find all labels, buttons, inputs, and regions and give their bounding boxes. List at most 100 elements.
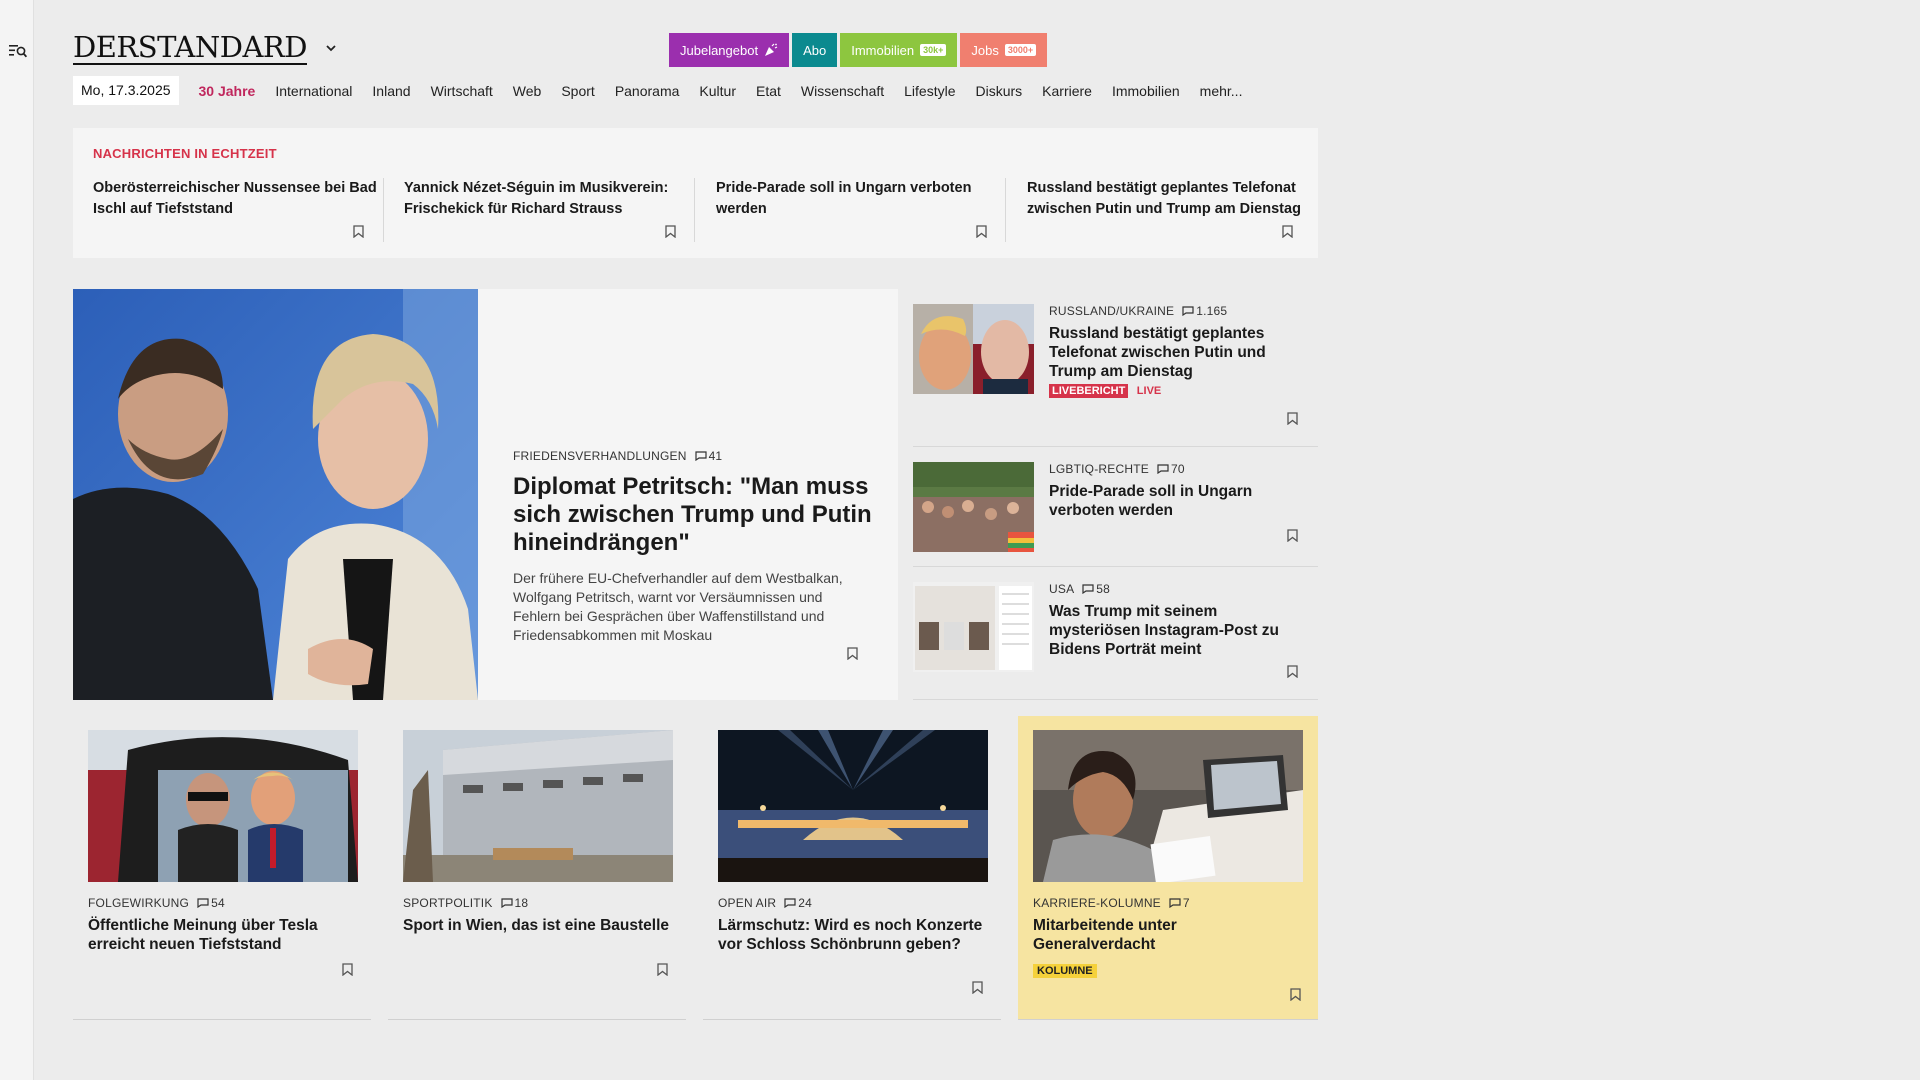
ticker-item[interactable]: Russland bestätigt geplantes Telefonat z… <box>1027 178 1317 246</box>
story-image <box>1033 730 1303 882</box>
nav-item-etat[interactable]: Etat <box>756 83 781 99</box>
chevron-down-icon[interactable] <box>325 42 337 54</box>
story-card[interactable]: OPEN AIR 24 Lärmschutz: Wird es noch Kon… <box>703 716 1001 1020</box>
nav-item-kultur[interactable]: Kultur <box>699 83 736 99</box>
story-card-kolumne[interactable]: KARRIERE-KOLUMNE 7 Mitarbeitende unter G… <box>1018 716 1318 1020</box>
livebericht-badge: LIVEBERICHT <box>1049 384 1129 398</box>
jobs-label: Jobs <box>971 42 999 58</box>
story-text: FOLGEWIRKUNG 54 Öffentliche Meinung über… <box>88 896 358 954</box>
bookmark-icon[interactable] <box>976 225 987 238</box>
divider <box>383 178 384 242</box>
comment-count-value: 18 <box>514 896 529 910</box>
bookmark-icon[interactable] <box>972 981 983 994</box>
story-title[interactable]: Mitarbeitende unter Generalverdacht <box>1033 916 1303 954</box>
nav-item-diskurs[interactable]: Diskurs <box>976 83 1023 99</box>
comment-count-value: 70 <box>1170 462 1185 476</box>
story-image <box>88 730 358 882</box>
story-title[interactable]: Sport in Wien, das ist eine Baustelle <box>403 916 673 935</box>
story-kicker: OPEN AIR 24 <box>718 896 988 910</box>
comment-count[interactable]: 54 <box>197 896 225 910</box>
comment-count[interactable]: 58 <box>1082 582 1110 596</box>
side-story[interactable]: USA 58 Was Trump mit seinem mysteriösen … <box>913 567 1318 700</box>
comment-count[interactable]: 41 <box>694 449 723 463</box>
logo-row: DERSTANDARD <box>73 30 337 66</box>
menu-search-icon[interactable] <box>9 43 27 59</box>
story-title[interactable]: Russland bestätigt geplantes Telefonat z… <box>1049 324 1299 381</box>
story-title[interactable]: Was Trump mit seinem mysteriösen Instagr… <box>1049 602 1299 659</box>
comment-count[interactable]: 7 <box>1169 896 1190 910</box>
story-kicker: SPORTPOLITIK 18 <box>403 896 673 910</box>
nav-item-sport[interactable]: Sport <box>561 83 594 99</box>
story-kicker: RUSSLAND/UKRAINE 1.165 <box>1049 304 1299 318</box>
comment-icon <box>784 898 796 908</box>
nav-item-web[interactable]: Web <box>513 83 542 99</box>
abo-label: Abo <box>803 42 827 58</box>
story-text: LGBTIQ-RECHTE 70 Pride-Parade soll in Un… <box>1049 462 1299 520</box>
story-title[interactable]: Lärmschutz: Wird es noch Konzerte vor Sc… <box>718 916 988 954</box>
nav-item-panorama[interactable]: Panorama <box>615 83 680 99</box>
story-thumbnail <box>913 582 1034 672</box>
kicker-label: SPORTPOLITIK <box>403 896 493 910</box>
story-text: SPORTPOLITIK 18 Sport in Wien, das ist e… <box>403 896 673 935</box>
nav-item-international[interactable]: International <box>275 83 352 99</box>
ticker-item[interactable]: Pride-Parade soll in Ungarn verboten wer… <box>716 178 1006 246</box>
lead-title[interactable]: Diplomat Petritsch: "Man muss sich zwisc… <box>513 473 873 557</box>
comment-count-value: 41 <box>708 449 723 463</box>
story-text: RUSSLAND/UKRAINE 1.165 Russland bestätig… <box>1049 304 1299 399</box>
kicker-label: OPEN AIR <box>718 896 777 910</box>
comment-count[interactable]: 70 <box>1157 462 1185 476</box>
comment-count-value: 58 <box>1096 582 1111 596</box>
nav-item-30-jahre[interactable]: 30 Jahre <box>199 83 256 99</box>
bookmark-icon[interactable] <box>657 963 668 976</box>
comment-count-value: 24 <box>798 896 813 910</box>
story-thumbnail <box>913 304 1034 394</box>
comment-icon <box>500 898 513 908</box>
comment-count-value: 7 <box>1182 896 1190 910</box>
current-date: Mo, 17.3.2025 <box>73 76 179 105</box>
bookmark-icon[interactable] <box>1287 665 1298 678</box>
nav-item-immobilien[interactable]: Immobilien <box>1112 83 1180 99</box>
story-title[interactable]: Öffentliche Meinung über Tesla erreicht … <box>88 916 358 954</box>
bookmark-icon[interactable] <box>1287 412 1298 425</box>
kicker-label: KARRIERE-KOLUMNE <box>1033 896 1161 910</box>
nav-item-lifestyle[interactable]: Lifestyle <box>904 83 955 99</box>
immobilien-button[interactable]: Immobilien 30k+ <box>840 33 958 67</box>
ticker-title: NACHRICHTEN IN ECHTZEIT <box>93 146 277 161</box>
nav-item-mehr[interactable]: mehr... <box>1200 83 1243 99</box>
side-story[interactable]: LGBTIQ-RECHTE 70 Pride-Parade soll in Un… <box>913 447 1318 567</box>
nav-item-wissenschaft[interactable]: Wissenschaft <box>801 83 884 99</box>
bookmark-icon[interactable] <box>353 225 364 238</box>
logo[interactable]: DERSTANDARD <box>73 32 307 65</box>
ticker-item[interactable]: Yannick Nézet-Séguin im Musikverein: Fri… <box>404 178 694 246</box>
story-card[interactable]: SPORTPOLITIK 18 Sport in Wien, das ist e… <box>388 716 686 1020</box>
lead-text: FRIEDENSVERHANDLUNGEN 41 Diplomat Petrit… <box>513 449 873 645</box>
nav-item-inland[interactable]: Inland <box>372 83 410 99</box>
bookmark-icon[interactable] <box>847 647 858 660</box>
kolumne-badge: KOLUMNE <box>1033 964 1097 978</box>
nav-item-karriere[interactable]: Karriere <box>1042 83 1092 99</box>
bookmark-icon[interactable] <box>665 225 676 238</box>
bookmark-icon[interactable] <box>1282 225 1293 238</box>
bookmark-icon[interactable] <box>1287 529 1298 542</box>
abo-button[interactable]: Abo <box>792 33 838 67</box>
bookmark-icon[interactable] <box>342 963 353 976</box>
comment-count[interactable]: 18 <box>500 896 529 910</box>
lead-story[interactable]: FRIEDENSVERHANDLUNGEN 41 Diplomat Petrit… <box>73 289 898 700</box>
jubelangebot-button[interactable]: Jubelangebot <box>669 33 790 67</box>
story-title[interactable]: Pride-Parade soll in Ungarn verboten wer… <box>1049 482 1299 520</box>
story-text: USA 58 Was Trump mit seinem mysteriösen … <box>1049 582 1299 659</box>
story-card[interactable]: FOLGEWIRKUNG 54 Öffentliche Meinung über… <box>73 716 371 1020</box>
bookmark-icon[interactable] <box>1290 988 1301 1001</box>
comment-count[interactable]: 1.165 <box>1182 304 1227 318</box>
story-kicker: LGBTIQ-RECHTE 70 <box>1049 462 1299 476</box>
immobilien-badge: 30k+ <box>920 44 947 56</box>
ticker-item[interactable]: Oberösterreichischer Nussensee bei Bad I… <box>93 178 383 246</box>
live-row: LIVEBERICHT LIVE <box>1049 381 1299 399</box>
comment-icon <box>1157 464 1169 474</box>
divider <box>1005 178 1006 242</box>
nav-item-wirtschaft[interactable]: Wirtschaft <box>431 83 493 99</box>
jobs-button[interactable]: Jobs 3000+ <box>960 33 1048 67</box>
comment-count[interactable]: 24 <box>784 896 812 910</box>
jobs-badge: 3000+ <box>1004 44 1037 56</box>
side-story[interactable]: RUSSLAND/UKRAINE 1.165 Russland bestätig… <box>913 289 1318 447</box>
